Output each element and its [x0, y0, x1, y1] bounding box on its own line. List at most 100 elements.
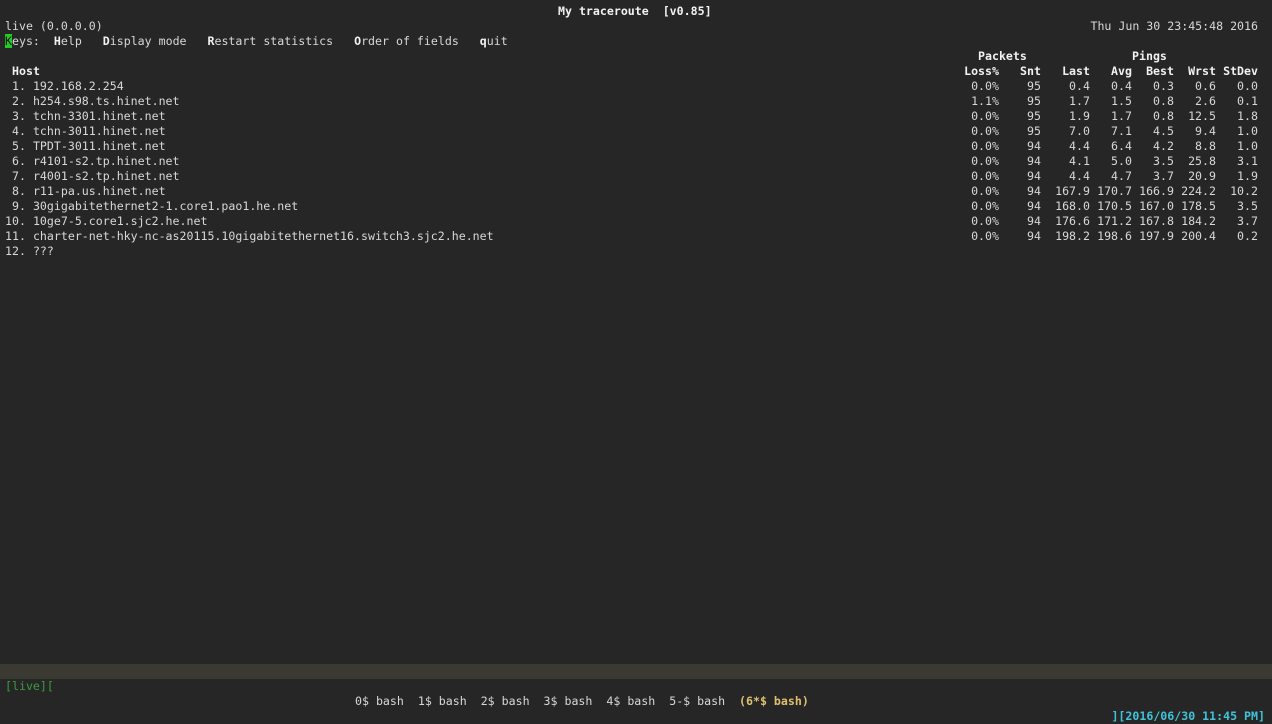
hop-number: 9. — [5, 199, 26, 213]
datetime: Thu Jun 30 23:45:48 2016 — [1090, 19, 1258, 33]
cell-wrst: 178.5 — [1181, 199, 1216, 213]
cell-last: 4.4 — [1069, 169, 1090, 183]
cell-snt: 94 — [1027, 169, 1041, 183]
hop-number: 7. — [5, 169, 26, 183]
hop-number: 6. — [5, 154, 26, 168]
key-help[interactable]: Help — [40, 34, 82, 48]
cell-loss: 0.0% — [971, 79, 999, 93]
column-snt: Snt — [1020, 64, 1041, 78]
cell-snt: 95 — [1027, 79, 1041, 93]
hop-host: charter-net-hky-nc-as20115.10gigabitethe… — [32, 229, 494, 243]
cell-last: 168.0 — [1055, 199, 1090, 213]
cell-loss: 0.0% — [971, 184, 999, 198]
hop-host: TPDT-3011.hinet.net — [32, 139, 166, 153]
hop-row: 4. tchn-3011.hinet.net — [5, 124, 166, 139]
tmux-window[interactable]: 4$ bash — [606, 694, 655, 708]
hop-row: 7. r4001-s2.tp.hinet.net — [5, 169, 180, 184]
keys-bar: Keys: Help Display mode Restart statisti… — [5, 34, 508, 49]
cell-snt: 95 — [1027, 124, 1041, 138]
cell-avg: 170.7 — [1097, 184, 1132, 198]
cell-avg: 7.1 — [1111, 124, 1132, 138]
status-clock: ][2016/06/30 11:45 PM] — [1111, 709, 1265, 723]
cell-stdev: 0.2 — [1237, 229, 1258, 243]
key-display-mode[interactable]: Display mode — [82, 34, 187, 48]
cell-wrst: 200.4 — [1181, 229, 1216, 243]
cell-best: 167.8 — [1139, 214, 1174, 228]
hop-row: 10. 10ge7-5.core1.sjc2.he.net — [5, 214, 207, 229]
tmux-window[interactable]: 5-$ bash — [669, 694, 725, 708]
hop-row: 6. r4101-s2.tp.hinet.net — [5, 154, 180, 169]
tmux-window-active[interactable]: (6*$ bash) — [739, 694, 809, 708]
cell-loss: 0.0% — [971, 169, 999, 183]
hop-host: 10ge7-5.core1.sjc2.he.net — [32, 214, 208, 228]
cell-last: 198.2 — [1055, 229, 1090, 243]
cell-best: 166.9 — [1139, 184, 1174, 198]
cell-best: 0.3 — [1153, 79, 1174, 93]
cell-best: 4.5 — [1153, 124, 1174, 138]
cell-last: 4.1 — [1069, 154, 1090, 168]
key-order-of-fields[interactable]: Order of fields — [333, 34, 459, 48]
column-loss: Loss% — [964, 64, 999, 78]
hop-host: r4001-s2.tp.hinet.net — [32, 169, 180, 183]
cell-wrst: 9.4 — [1195, 124, 1216, 138]
cell-stdev: 3.5 — [1237, 199, 1258, 213]
key-quit[interactable]: quit — [459, 34, 508, 48]
hop-row: 9. 30gigabitethernet2-1.core1.pao1.he.ne… — [5, 199, 298, 214]
window-title: My traceroute [v0.85] — [558, 4, 712, 18]
hop-host: tchn-3011.hinet.net — [32, 124, 166, 138]
packets-group-header: Packets — [978, 49, 1027, 63]
column-avg: Avg — [1111, 64, 1132, 78]
cell-snt: 94 — [1027, 214, 1041, 228]
tmux-window[interactable]: 1$ bash — [418, 694, 467, 708]
hop-host: ??? — [32, 244, 54, 258]
cell-stdev: 0.0 — [1237, 79, 1258, 93]
cell-loss: 0.0% — [971, 139, 999, 153]
hop-host: r4101-s2.tp.hinet.net — [32, 154, 180, 168]
cursor: K — [5, 34, 12, 48]
key-restart-statistics[interactable]: Restart statistics — [187, 34, 333, 48]
cell-last: 7.0 — [1069, 124, 1090, 138]
tmux-status-bar: [live][ 0$ bash 1$ bash 2$ bash 3$ bash … — [0, 664, 1272, 723]
host-line: live (0.0.0.0) — [5, 19, 103, 33]
hop-row: 1. 192.168.2.254 — [5, 79, 124, 94]
hop-host: 30gigabitethernet2-1.core1.pao1.he.net — [32, 199, 299, 213]
cell-loss: 0.0% — [971, 229, 999, 243]
cell-avg: 170.5 — [1097, 199, 1132, 213]
cell-best: 197.9 — [1139, 229, 1174, 243]
column-best: Best — [1146, 64, 1174, 78]
cell-last: 0.4 — [1069, 79, 1090, 93]
hop-number: 10. — [5, 214, 26, 228]
cell-loss: 0.0% — [971, 154, 999, 168]
cell-stdev: 1.8 — [1237, 109, 1258, 123]
cell-loss: 0.0% — [971, 214, 999, 228]
hop-number: 4. — [5, 124, 26, 138]
tmux-window[interactable]: 3$ bash — [544, 694, 593, 708]
cell-avg: 1.7 — [1111, 109, 1132, 123]
cell-stdev: 3.1 — [1237, 154, 1258, 168]
cell-stdev: 3.7 — [1237, 214, 1258, 228]
tmux-window[interactable]: 0$ bash — [355, 694, 404, 708]
hop-number: 11. — [5, 229, 26, 243]
cell-wrst: 8.8 — [1195, 139, 1216, 153]
cell-avg: 198.6 — [1097, 229, 1132, 243]
cell-wrst: 12.5 — [1188, 109, 1216, 123]
cell-last: 176.6 — [1055, 214, 1090, 228]
cell-snt: 95 — [1027, 109, 1041, 123]
hop-number: 1. — [5, 79, 26, 93]
cell-stdev: 1.0 — [1237, 139, 1258, 153]
keys-label: eys: — [11, 34, 40, 48]
hop-host: 192.168.2.254 — [32, 79, 124, 93]
cell-loss: 0.0% — [971, 199, 999, 213]
pings-group-header: Pings — [1132, 49, 1167, 63]
tmux-window[interactable]: 2$ bash — [481, 694, 530, 708]
cell-best: 167.0 — [1139, 199, 1174, 213]
cell-snt: 94 — [1027, 199, 1041, 213]
hop-row: 11. charter-net-hky-nc-as20115.10gigabit… — [5, 229, 494, 244]
cell-wrst: 2.6 — [1195, 94, 1216, 108]
cell-loss: 0.0% — [971, 109, 999, 123]
cell-stdev: 1.0 — [1237, 124, 1258, 138]
cell-avg: 6.4 — [1111, 139, 1132, 153]
cell-snt: 94 — [1027, 154, 1041, 168]
cell-snt: 94 — [1027, 139, 1041, 153]
hop-row: 3. tchn-3301.hinet.net — [5, 109, 166, 124]
